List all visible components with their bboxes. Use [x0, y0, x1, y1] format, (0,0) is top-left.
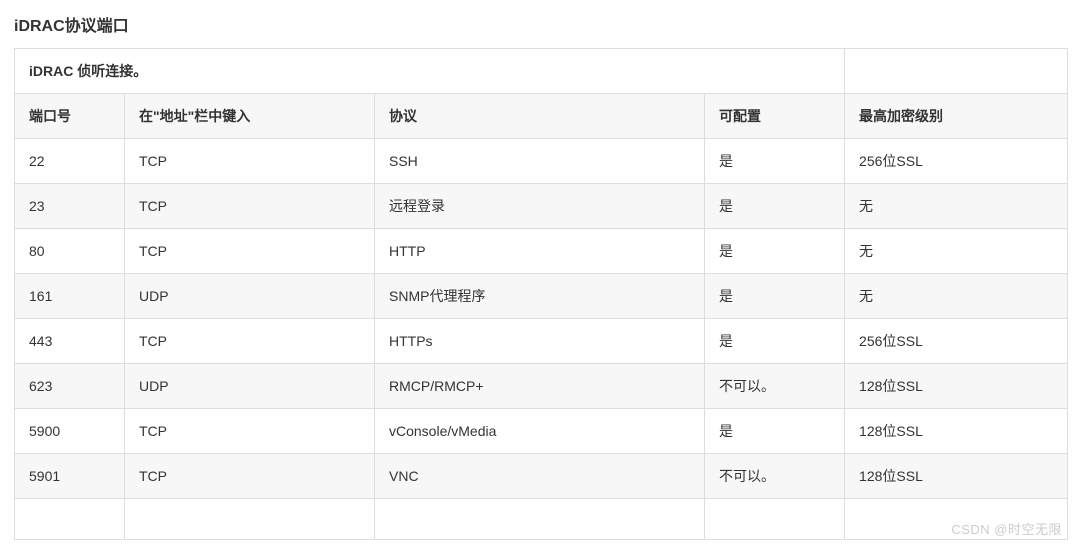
cell-address: UDP: [125, 364, 375, 409]
cell-configurable: 是: [705, 229, 845, 274]
table-header-row: 端口号 在"地址"栏中键入 协议 可配置 最高加密级别: [15, 94, 1068, 139]
col-protocol: 协议: [375, 94, 705, 139]
cell-port: 623: [15, 364, 125, 409]
cell-protocol: 远程登录: [375, 184, 705, 229]
cell-configurable: 是: [705, 319, 845, 364]
table-caption: iDRAC 侦听连接。: [15, 49, 845, 94]
table-caption-row: iDRAC 侦听连接。: [15, 49, 1068, 94]
col-address: 在"地址"栏中键入: [125, 94, 375, 139]
col-port: 端口号: [15, 94, 125, 139]
table-row: 23TCP远程登录是无: [15, 184, 1068, 229]
cell-protocol: RMCP/RMCP+: [375, 364, 705, 409]
table-row: 22TCPSSH是256位SSL: [15, 139, 1068, 184]
cell-empty: [125, 499, 375, 540]
cell-port: 5901: [15, 454, 125, 499]
cell-protocol: VNC: [375, 454, 705, 499]
cell-encryption: 256位SSL: [845, 139, 1068, 184]
cell-port: 5900: [15, 409, 125, 454]
cell-address: TCP: [125, 319, 375, 364]
cell-port: 443: [15, 319, 125, 364]
cell-protocol: SSH: [375, 139, 705, 184]
cell-encryption: 无: [845, 274, 1068, 319]
cell-encryption: 128位SSL: [845, 454, 1068, 499]
cell-address: TCP: [125, 184, 375, 229]
cell-configurable: 是: [705, 409, 845, 454]
cell-port: 22: [15, 139, 125, 184]
page-title: iDRAC协议端口: [14, 12, 1068, 36]
cell-empty: [375, 499, 705, 540]
col-configurable: 可配置: [705, 94, 845, 139]
cell-protocol: SNMP代理程序: [375, 274, 705, 319]
cell-configurable: 不可以。: [705, 364, 845, 409]
cell-port: 23: [15, 184, 125, 229]
table-row: 623UDPRMCP/RMCP+不可以。128位SSL: [15, 364, 1068, 409]
cell-encryption: 256位SSL: [845, 319, 1068, 364]
cell-protocol: vConsole/vMedia: [375, 409, 705, 454]
cell-encryption: 无: [845, 184, 1068, 229]
cell-encryption: 128位SSL: [845, 409, 1068, 454]
cell-port: 161: [15, 274, 125, 319]
table-row: 5901TCPVNC不可以。128位SSL: [15, 454, 1068, 499]
table-row: 5900TCPvConsole/vMedia是128位SSL: [15, 409, 1068, 454]
ports-table: iDRAC 侦听连接。 端口号 在"地址"栏中键入 协议 可配置 最高加密级别 …: [14, 48, 1068, 540]
col-encryption: 最高加密级别: [845, 94, 1068, 139]
cell-port: 80: [15, 229, 125, 274]
cell-configurable: 是: [705, 184, 845, 229]
cell-empty: [15, 499, 125, 540]
cell-address: TCP: [125, 454, 375, 499]
cell-configurable: 是: [705, 274, 845, 319]
cell-address: TCP: [125, 229, 375, 274]
table-row: 443TCPHTTPs是256位SSL: [15, 319, 1068, 364]
cell-empty: [705, 499, 845, 540]
table-row-empty: [15, 499, 1068, 540]
cell-configurable: 不可以。: [705, 454, 845, 499]
cell-configurable: 是: [705, 139, 845, 184]
cell-protocol: HTTP: [375, 229, 705, 274]
table-caption-empty: [845, 49, 1068, 94]
cell-address: TCP: [125, 139, 375, 184]
cell-protocol: HTTPs: [375, 319, 705, 364]
cell-empty: [845, 499, 1068, 540]
table-row: 80TCPHTTP是无: [15, 229, 1068, 274]
cell-address: UDP: [125, 274, 375, 319]
cell-address: TCP: [125, 409, 375, 454]
table-row: 161UDPSNMP代理程序是无: [15, 274, 1068, 319]
cell-encryption: 无: [845, 229, 1068, 274]
cell-encryption: 128位SSL: [845, 364, 1068, 409]
